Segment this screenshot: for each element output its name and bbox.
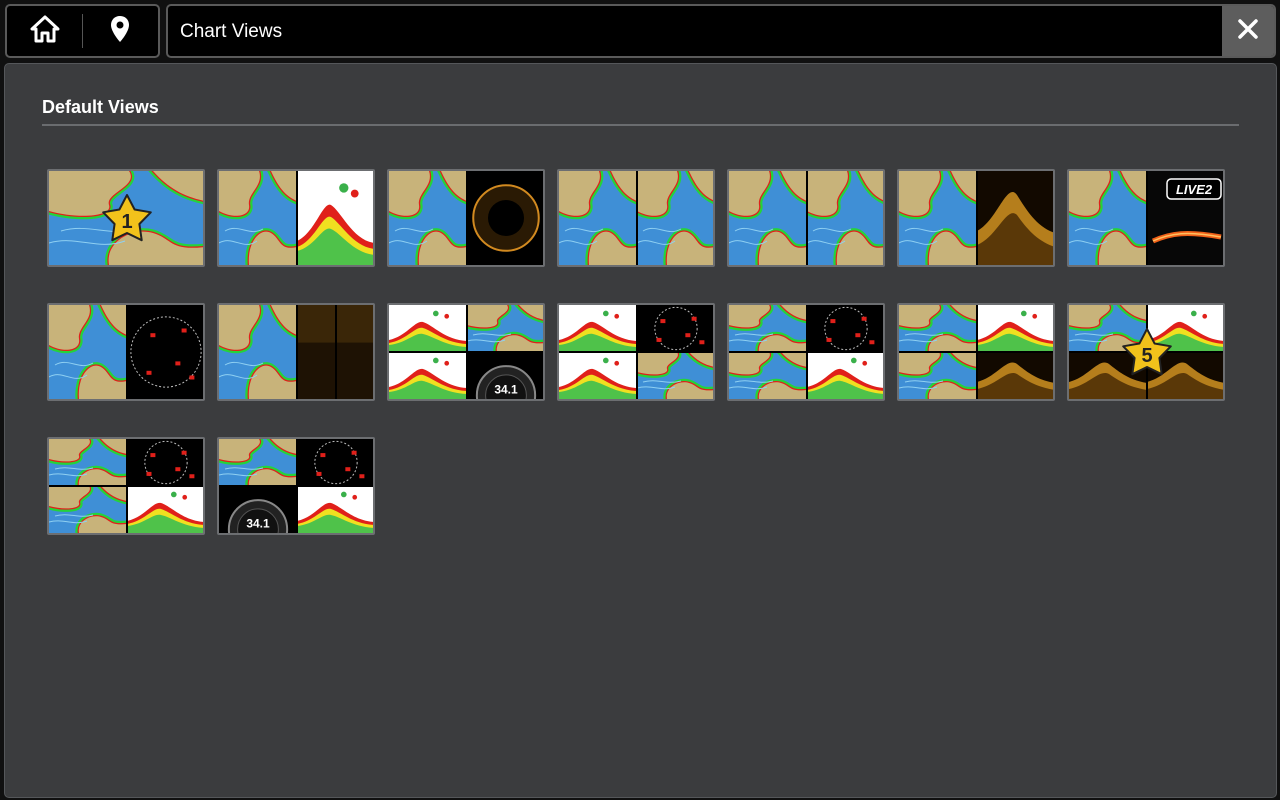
radar-pane [637, 305, 713, 352]
gauge-pane: 34.1 [467, 352, 543, 399]
downimage-pane [977, 171, 1053, 265]
waypoint-button[interactable] [83, 6, 158, 56]
chart-pane [49, 305, 127, 399]
view-thumbnail-8[interactable] [47, 303, 205, 401]
sonar2d-pane [389, 352, 467, 399]
sonar2d-pane [389, 305, 467, 352]
view-thumbnail-12[interactable] [727, 303, 885, 401]
live-pane: LIVE2 [1147, 171, 1223, 265]
chart-pane [1069, 171, 1147, 265]
downimage-pane [977, 352, 1053, 399]
view-thumbnail-14[interactable]: 5 [1067, 303, 1225, 401]
view-thumbnail-2[interactable] [217, 169, 375, 267]
chart-pane [637, 171, 713, 265]
section-divider [42, 124, 1239, 126]
chart-pane [219, 439, 297, 486]
radar-pane [807, 305, 883, 352]
badge-number: 1 [121, 211, 132, 233]
close-icon [1237, 18, 1259, 45]
sonar2d-pane [977, 305, 1053, 352]
chart-pane [729, 305, 807, 352]
radar-pane [127, 305, 203, 399]
live-label: LIVE2 [1176, 182, 1213, 197]
chart-pane [49, 486, 127, 533]
radar-pane [297, 439, 373, 486]
circular-pane [467, 171, 543, 265]
view-thumbnail-3[interactable] [387, 169, 545, 267]
radar-pane [127, 439, 203, 486]
sonar2d-pane [127, 486, 203, 533]
chart-pane [899, 305, 977, 352]
sonar2d-pane [559, 305, 637, 352]
chart-pane [637, 352, 713, 399]
view-thumbnail-5[interactable] [727, 169, 885, 267]
chart-pane [899, 171, 977, 265]
map-pin-icon [109, 14, 131, 49]
sonar2d-pane [297, 486, 373, 533]
nav-button-group [5, 4, 160, 58]
view-thumbnail-10[interactable]: 34.1 [387, 303, 545, 401]
chart-pane [389, 171, 467, 265]
page-title: Chart Views [180, 21, 283, 42]
chart-pane [49, 439, 127, 486]
chart-pane [729, 171, 807, 265]
view-thumbnail-16[interactable]: 34.1 [217, 437, 375, 535]
sonar2d-pane [297, 171, 373, 265]
view-thumbnail-7[interactable]: LIVE2 [1067, 169, 1225, 267]
gauge-value: 34.1 [246, 516, 270, 530]
view-thumbnail-4[interactable] [557, 169, 715, 267]
chart-pane [807, 171, 883, 265]
view-thumbnail-6[interactable] [897, 169, 1055, 267]
home-icon [29, 14, 61, 49]
gauge-pane: 34.1 [219, 486, 297, 533]
section-title: Default Views [42, 97, 159, 117]
view-thumbnail-15[interactable] [47, 437, 205, 535]
view-thumbnail-13[interactable] [897, 303, 1055, 401]
title-bar: Chart Views [166, 4, 1276, 58]
chart-pane [219, 171, 297, 265]
badge-number: 5 [1141, 345, 1152, 367]
view-thumbnail-11[interactable] [557, 303, 715, 401]
sonar2d-pane [559, 352, 637, 399]
gauge-value: 34.1 [494, 382, 518, 396]
sonar2d-pane [807, 352, 883, 399]
view-thumbnail-9[interactable] [217, 303, 375, 401]
close-button[interactable] [1222, 6, 1274, 56]
chart-pane [467, 305, 543, 352]
chart-pane [899, 352, 977, 399]
home-button[interactable] [7, 6, 82, 56]
sideimage-pane [297, 305, 373, 399]
chart-pane [729, 352, 807, 399]
chart-pane [219, 305, 297, 399]
view-thumbnail-1[interactable]: 1 [47, 169, 205, 267]
views-panel: Default Views 1 LIVE2 34.1 5 34.1 [4, 63, 1277, 798]
chart-views-screen: Chart Views Default Views 1 LIVE2 34.1 5 34.… [0, 0, 1280, 800]
chart-pane [559, 171, 637, 265]
